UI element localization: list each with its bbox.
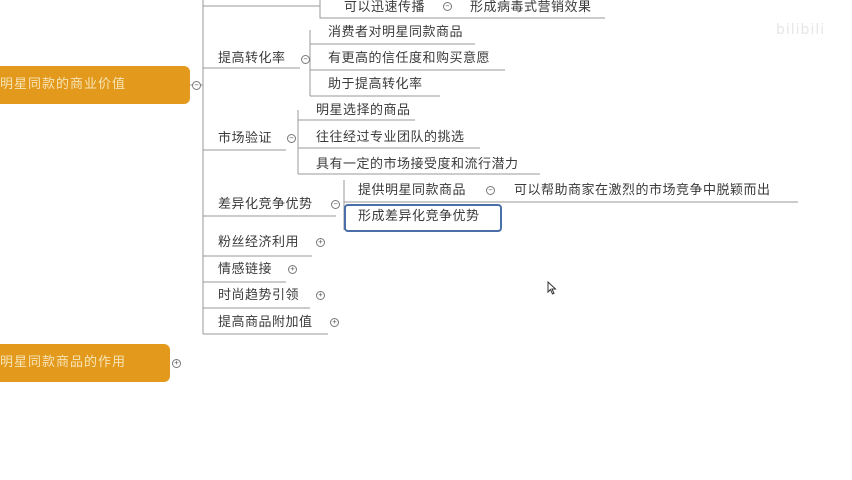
branch-conversion[interactable]: 提高转化率 xyxy=(218,51,286,67)
node-stand-out[interactable]: 可以帮助商家在激烈的市场竞争中脱颖而出 xyxy=(514,183,771,199)
branch-fashion[interactable]: 时尚趋势引领 xyxy=(218,288,299,304)
bilibili-watermark: bilibili xyxy=(776,22,826,38)
node-conversion-2[interactable]: 有更高的信任度和购买意愿 xyxy=(328,51,490,67)
node-provide-same-style[interactable]: 提供明星同款商品 xyxy=(358,183,466,199)
collapse-toggle-icon[interactable]: − xyxy=(192,81,201,90)
collapse-toggle-icon[interactable]: − xyxy=(287,134,296,143)
branch-emotion[interactable]: 情感链接 xyxy=(218,262,272,278)
mouse-pointer-icon xyxy=(547,281,557,295)
expand-toggle-icon[interactable]: + xyxy=(172,359,181,368)
collapse-toggle-icon[interactable]: − xyxy=(331,200,340,209)
node-spread-fast[interactable]: 可以迅速传播 xyxy=(344,0,425,16)
root-node-commercial-value[interactable]: 明星同款的商业价值 xyxy=(0,66,190,104)
node-conversion-3[interactable]: 助于提高转化率 xyxy=(328,77,423,93)
branch-added-value[interactable]: 提高商品附加值 xyxy=(218,315,313,331)
node-market-3[interactable]: 具有一定的市场接受度和流行潜力 xyxy=(316,157,519,173)
branch-differentiation[interactable]: 差异化竞争优势 xyxy=(218,197,313,213)
node-viral-marketing[interactable]: 形成病毒式营销效果 xyxy=(470,0,592,16)
branch-fans[interactable]: 粉丝经济利用 xyxy=(218,235,299,251)
collapse-toggle-icon[interactable]: − xyxy=(486,186,495,195)
root-label: 明星同款的商业价值 xyxy=(0,77,127,92)
expand-toggle-icon[interactable]: + xyxy=(288,265,297,274)
branch-market[interactable]: 市场验证 xyxy=(218,131,272,147)
root-label: 明星同款商品的作用 xyxy=(0,355,127,370)
node-market-2[interactable]: 往往经过专业团队的挑选 xyxy=(316,130,465,146)
expand-toggle-icon[interactable]: + xyxy=(330,318,339,327)
collapse-toggle-icon[interactable]: − xyxy=(443,2,452,11)
node-conversion-1[interactable]: 消费者对明星同款商品 xyxy=(328,25,463,41)
expand-toggle-icon[interactable]: + xyxy=(316,291,325,300)
collapse-toggle-icon[interactable]: − xyxy=(301,55,310,64)
mind-map-canvas[interactable]: 明星同款的商业价值 − 明星同款商品的作用 + 可以迅速传播 − 形成病毒式营销… xyxy=(0,0,852,480)
node-market-1[interactable]: 明星选择的商品 xyxy=(316,103,411,119)
root-node-product-role[interactable]: 明星同款商品的作用 xyxy=(0,344,170,382)
expand-toggle-icon[interactable]: + xyxy=(316,238,325,247)
node-form-advantage[interactable]: 形成差异化竞争优势 xyxy=(358,209,480,225)
